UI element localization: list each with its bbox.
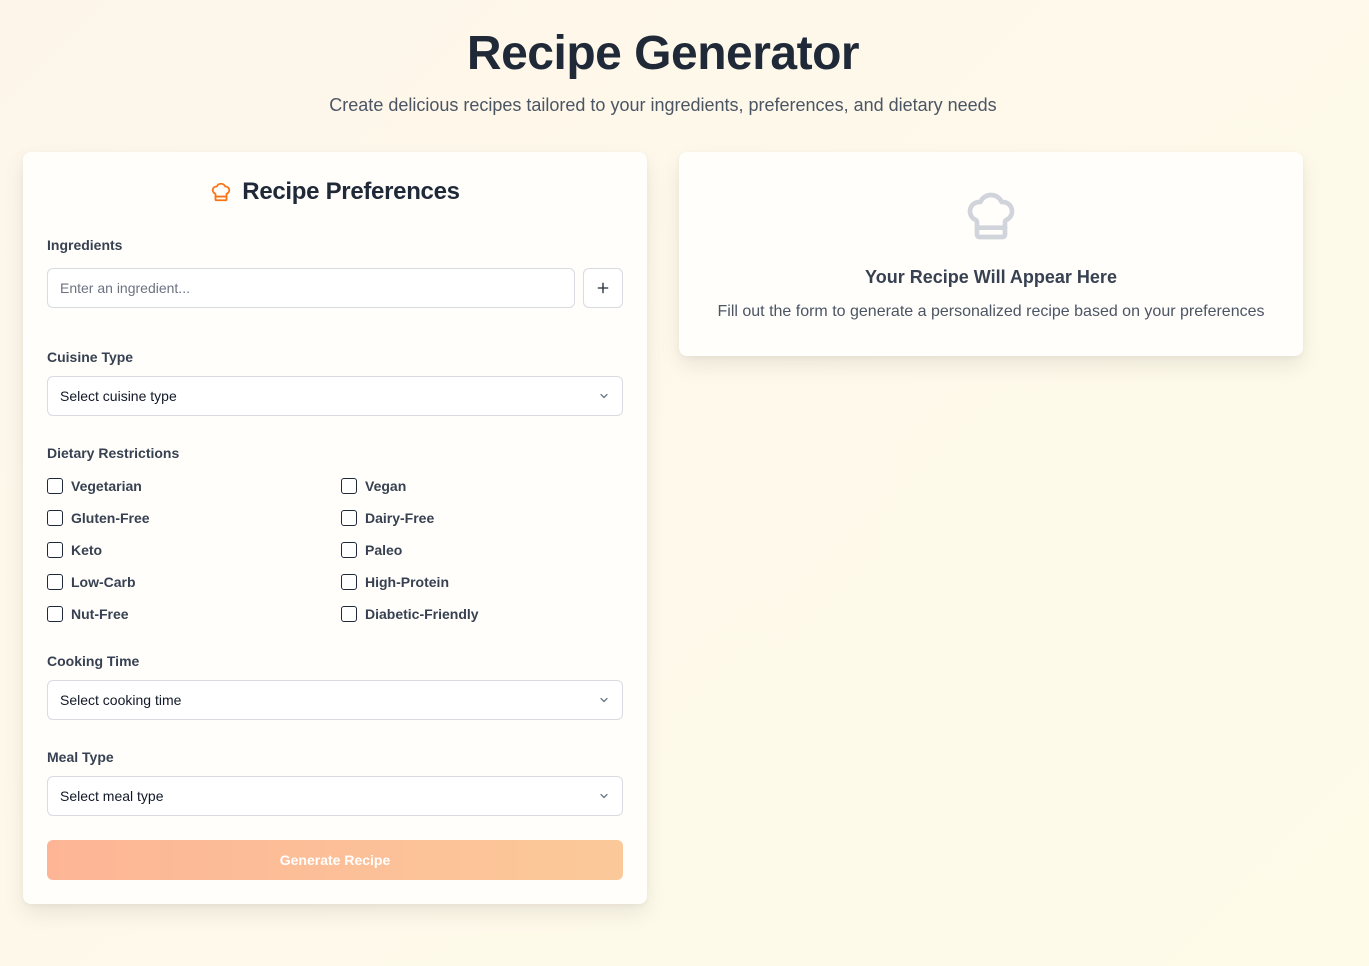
dietary-option-label: High-Protein bbox=[365, 574, 449, 590]
dietary-option-diabetic-friendly[interactable]: Diabetic-Friendly bbox=[341, 604, 623, 624]
dietary-option-label: Nut-Free bbox=[71, 606, 129, 622]
checkbox[interactable] bbox=[341, 574, 357, 590]
plus-icon bbox=[597, 282, 609, 294]
dietary-option-dairy-free[interactable]: Dairy-Free bbox=[341, 508, 623, 528]
checkbox[interactable] bbox=[47, 606, 63, 622]
cuisine-type-label: Cuisine Type bbox=[47, 349, 134, 365]
cooking-time-value: Select cooking time bbox=[60, 692, 182, 708]
chef-hat-icon bbox=[963, 188, 1019, 244]
meal-type-label: Meal Type bbox=[47, 749, 114, 765]
generate-recipe-button[interactable]: Generate Recipe bbox=[47, 840, 623, 880]
dietary-option-label: Keto bbox=[71, 542, 103, 558]
result-placeholder-title: Your Recipe Will Appear Here bbox=[865, 267, 1117, 287]
chevron-down-icon bbox=[600, 393, 608, 399]
dietary-option-vegan[interactable]: Vegan bbox=[341, 476, 623, 496]
cooking-time-label: Cooking Time bbox=[47, 653, 140, 669]
dietary-option-label: Dairy-Free bbox=[365, 510, 435, 526]
page-subtitle: Create delicious recipes tailored to you… bbox=[329, 95, 997, 115]
checkbox[interactable] bbox=[47, 510, 63, 526]
dietary-option-nut-free[interactable]: Nut-Free bbox=[47, 604, 341, 624]
checkbox[interactable] bbox=[341, 510, 357, 526]
dietary-option-high-protein[interactable]: High-Protein bbox=[341, 572, 623, 592]
dietary-option-vegetarian[interactable]: Vegetarian bbox=[47, 476, 341, 496]
checkbox[interactable] bbox=[341, 542, 357, 558]
ingredients-label: Ingredients bbox=[47, 237, 123, 253]
checkbox[interactable] bbox=[47, 574, 63, 590]
meal-type-value: Select meal type bbox=[60, 788, 164, 804]
dietary-option-label: Vegan bbox=[365, 478, 407, 494]
dietary-option-label: Diabetic-Friendly bbox=[365, 606, 479, 622]
add-ingredient-button[interactable] bbox=[583, 268, 623, 308]
meal-type-select[interactable]: Select meal type bbox=[47, 776, 623, 816]
chevron-down-icon bbox=[600, 697, 608, 703]
result-placeholder-text: Fill out the form to generate a personal… bbox=[717, 303, 1265, 320]
recipe-form: Ingredients Cuisine Type Select cuisine … bbox=[23, 152, 647, 904]
chevron-down-icon bbox=[600, 793, 608, 799]
dietary-restrictions-group: Vegetarian Vegan Gluten-Free Dairy-Free … bbox=[47, 476, 623, 624]
checkbox[interactable] bbox=[47, 542, 63, 558]
dietary-option-low-carb[interactable]: Low-Carb bbox=[47, 572, 341, 592]
dietary-option-label: Gluten-Free bbox=[71, 510, 150, 526]
cooking-time-select[interactable]: Select cooking time bbox=[47, 680, 623, 720]
checkbox[interactable] bbox=[341, 478, 357, 494]
dietary-option-label: Low-Carb bbox=[71, 574, 136, 590]
dietary-option-label: Paleo bbox=[365, 542, 403, 558]
cuisine-type-select[interactable]: Select cuisine type bbox=[47, 376, 623, 416]
cuisine-type-value: Select cuisine type bbox=[60, 388, 177, 404]
checkbox[interactable] bbox=[47, 478, 63, 494]
checkbox[interactable] bbox=[341, 606, 357, 622]
ingredient-input[interactable] bbox=[47, 268, 575, 308]
dietary-option-keto[interactable]: Keto bbox=[47, 540, 341, 560]
dietary-option-gluten-free[interactable]: Gluten-Free bbox=[47, 508, 341, 528]
dietary-restrictions-label: Dietary Restrictions bbox=[47, 445, 180, 461]
dietary-option-label: Vegetarian bbox=[71, 478, 142, 494]
page-title: Recipe Generator bbox=[466, 27, 860, 80]
dietary-option-paleo[interactable]: Paleo bbox=[341, 540, 623, 560]
recipe-result-card: Your Recipe Will Appear Here Fill out th… bbox=[679, 152, 1303, 356]
